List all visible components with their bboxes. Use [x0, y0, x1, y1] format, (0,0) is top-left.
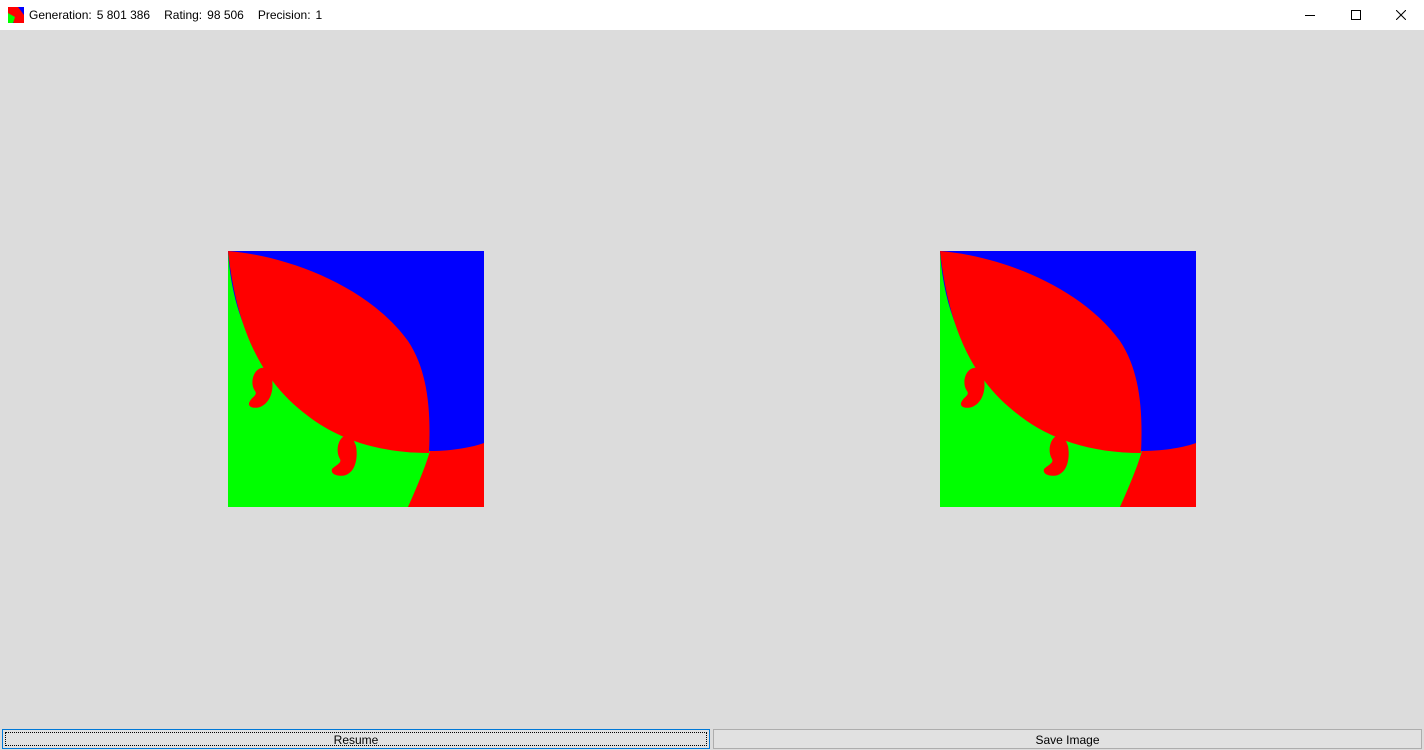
maximize-icon	[1351, 10, 1361, 20]
title-bar[interactable]: Generation: 5 801 386 Rating: 98 506 Precisi…	[0, 0, 1424, 30]
rating-value: 98 506	[207, 8, 244, 22]
minimize-icon	[1305, 15, 1315, 16]
resume-button[interactable]: Resume	[2, 729, 710, 749]
generated-image	[940, 251, 1196, 507]
rating-label: Rating:	[164, 8, 203, 22]
precision-value: 1	[315, 8, 323, 22]
close-button[interactable]	[1378, 0, 1424, 30]
precision-label: Precision:	[257, 8, 311, 22]
button-bar: Resume Save Image	[0, 727, 1424, 750]
generation-label: Generation:	[29, 8, 92, 22]
close-icon	[1396, 10, 1406, 20]
minimize-button[interactable]	[1287, 0, 1333, 30]
target-image	[228, 251, 484, 507]
app-icon	[8, 7, 24, 23]
window-title: Generation: 5 801 386 Rating: 98 506 Precisi…	[29, 0, 322, 30]
image-area	[0, 30, 1424, 727]
save-image-button[interactable]: Save Image	[713, 729, 1422, 749]
generation-value: 5 801 386	[96, 8, 151, 22]
maximize-button[interactable]	[1333, 0, 1379, 30]
